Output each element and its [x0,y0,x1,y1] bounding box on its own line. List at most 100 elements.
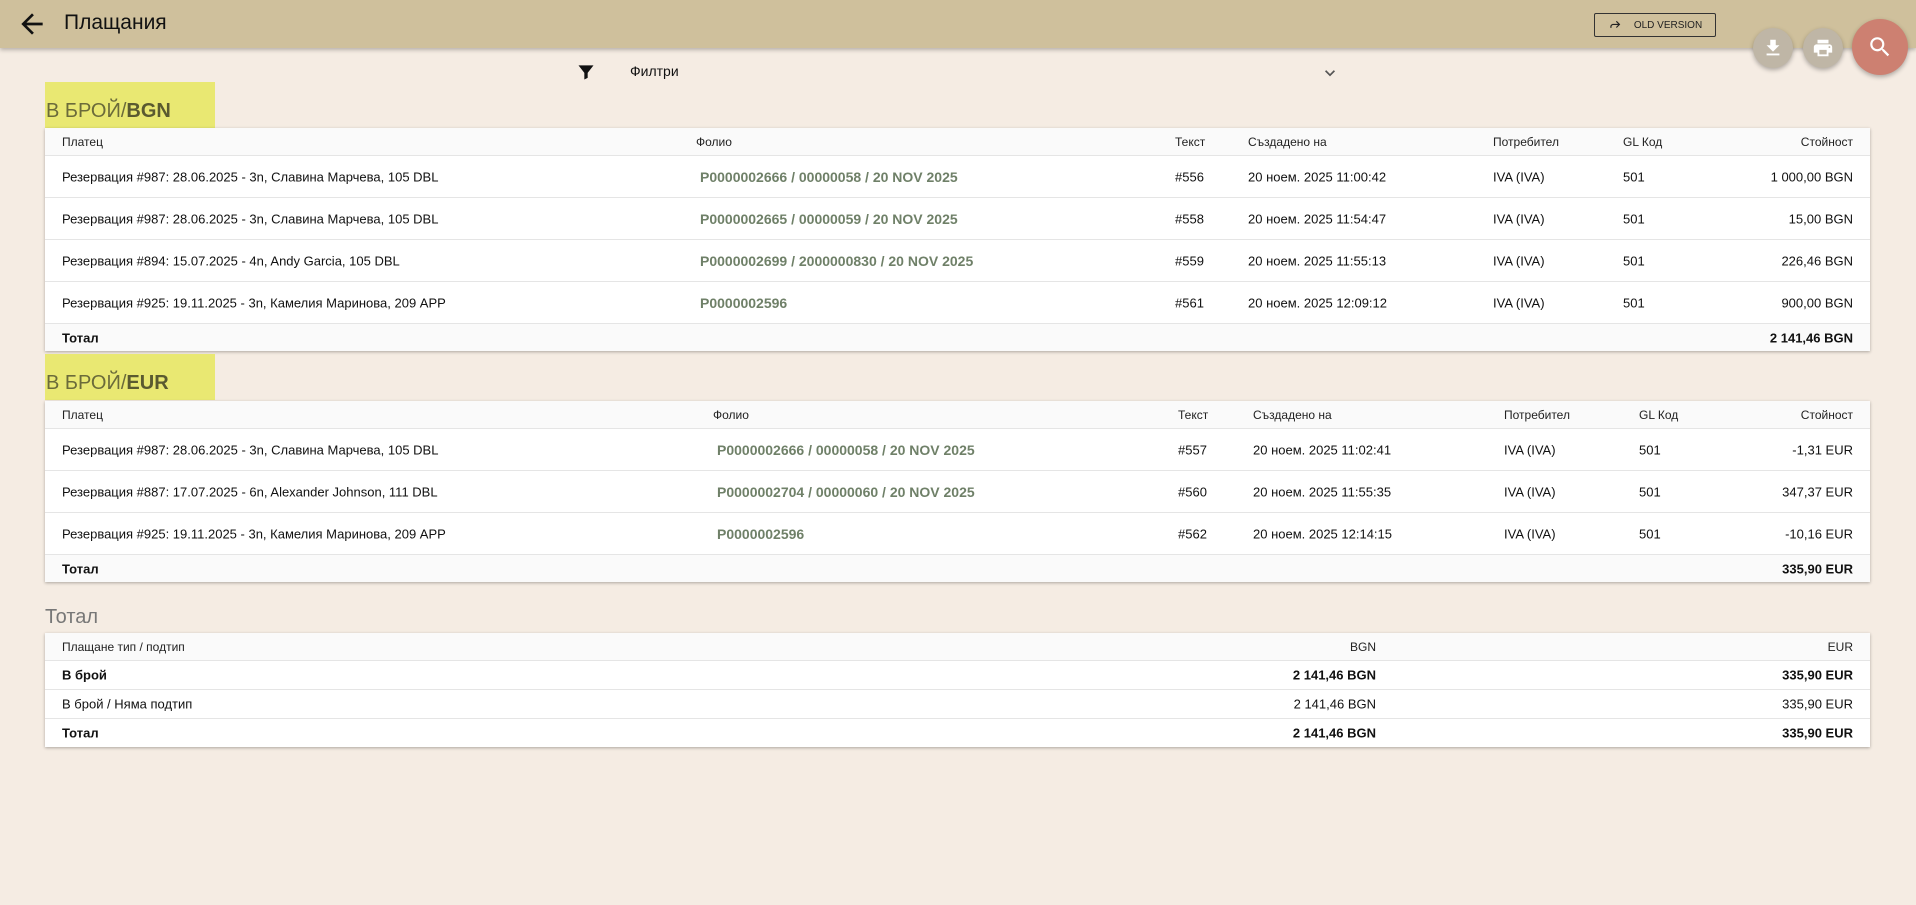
created-cell: 20 ноем. 2025 11:55:13 [1248,253,1387,268]
col-gl: GL Код [1639,407,1679,422]
filter-icon [578,65,594,80]
print-button[interactable] [1803,28,1843,68]
gl-cell: 501 [1623,253,1645,268]
col-payer: Платец [62,134,103,149]
type-cell: В брой [62,667,107,683]
filters-expander[interactable]: Филтри [576,60,1340,84]
user-cell: IVA (IVA) [1493,295,1545,310]
folio-link[interactable]: P0000002666 / 00000058 / 20 NOV 2025 [700,169,958,185]
bgn-cell: 2 141,46 BGN [1292,667,1376,683]
payer-cell: Резервация #925: 19.11.2025 - 3n, Камели… [62,295,446,310]
table-total-row: Тотал 2 141,46 BGN [45,323,1870,351]
bgn-cell: 2 141,46 BGN [1293,696,1376,712]
col-payment-type: Плащане тип / подтип [62,639,185,654]
created-cell: 20 ноем. 2025 11:00:42 [1248,169,1387,184]
value-cell: 347,37 EUR [1782,484,1853,499]
back-button[interactable] [16,8,48,40]
created-cell: 20 ноем. 2025 11:02:41 [1253,442,1392,457]
created-cell: 20 ноем. 2025 12:09:12 [1248,295,1388,310]
user-cell: IVA (IVA) [1493,253,1545,268]
table-header-row: Плащане тип / подтип BGN EUR [45,633,1870,660]
table-row: В брой / Няма подтип 2 141,46 BGN 335,90… [45,689,1870,718]
created-cell: 20 ноем. 2025 11:54:47 [1248,211,1387,226]
grand-total-table: Плащане тип / подтип BGN EUR В брой 2 14… [45,633,1870,747]
type-cell: В брой / Няма подтип [62,696,193,712]
gl-cell: 501 [1639,442,1661,457]
col-value: Стойност [1800,407,1853,422]
folio-link[interactable]: P0000002666 / 00000058 / 20 NOV 2025 [717,442,975,458]
text-cell: #560 [1178,484,1207,499]
col-gl: GL Код [1623,134,1663,149]
gl-cell: 501 [1639,484,1661,499]
section-title-cash-bgn: В БРОЙ/BGN [45,82,215,128]
redo-arrow-icon [1610,20,1621,28]
top-app-bar: Плащания OLD VERSION [0,0,1916,48]
text-cell: #559 [1175,253,1204,268]
folio-link[interactable]: P0000002665 / 00000059 / 20 NOV 2025 [700,211,958,227]
gl-cell: 501 [1623,295,1645,310]
old-version-button[interactable]: OLD VERSION [1594,13,1716,37]
col-folio: Фолио [713,407,749,422]
bgn-cell: 2 141,46 BGN [1292,725,1376,741]
grand-total-title: Тотал [45,606,99,628]
eur-cell: 335,90 EUR [1782,696,1853,712]
col-created: Създадено на [1248,134,1327,149]
text-cell: #557 [1178,442,1207,457]
search-button[interactable] [1852,19,1908,75]
payer-cell: Резервация #887: 17.07.2025 - 6n, Alexan… [62,484,438,499]
folio-link[interactable]: P0000002596 [700,295,787,311]
col-user: Потребител [1493,134,1559,149]
table-row: Резервация #925: 19.11.2025 - 3n, Камели… [45,512,1870,554]
created-cell: 20 ноем. 2025 12:14:15 [1253,526,1393,541]
table-header-row: Платец Фолио Текст Създадено на Потребит… [45,401,1870,428]
download-button[interactable] [1753,28,1793,68]
value-cell: 1 000,00 BGN [1770,169,1853,184]
chevron-down-icon [1325,70,1335,77]
section-title-prefix: В БРОЙ/ [46,100,127,122]
value-cell: 15,00 BGN [1788,211,1853,226]
created-cell: 20 ноем. 2025 11:55:35 [1253,484,1392,499]
section-title-currency: BGN [126,100,171,122]
table-row: Резервация #987: 28.06.2025 - 3n, Славин… [45,155,1870,197]
payer-cell: Резервация #987: 28.06.2025 - 3n, Славин… [62,442,439,457]
arrow-left-icon [21,13,43,35]
text-cell: #558 [1175,211,1204,226]
gl-cell: 501 [1623,169,1645,184]
printer-icon [1813,39,1833,57]
table-total-row: Тотал 2 141,46 BGN 335,90 EUR [45,718,1870,747]
value-cell: -1,31 EUR [1792,442,1853,457]
payments-table-eur: Платец Фолио Текст Създадено на Потребит… [45,401,1870,582]
folio-link[interactable]: P0000002699 / 2000000830 / 20 NOV 2025 [700,253,973,269]
col-folio: Фолио [696,134,732,149]
col-text: Текст [1175,134,1206,149]
folio-link[interactable]: P0000002704 / 00000060 / 20 NOV 2025 [717,484,975,500]
table-row: Резервация #987: 28.06.2025 - 3n, Славин… [45,428,1870,470]
section-title-cash-eur: В БРОЙ/EUR [45,354,215,400]
table-row: В брой 2 141,46 BGN 335,90 EUR [45,660,1870,689]
eur-cell: 335,90 EUR [1782,667,1853,683]
download-icon [1766,39,1780,56]
total-label: Тотал [62,561,99,576]
payer-cell: Резервация #894: 15.07.2025 - 4n, Andy G… [62,253,400,268]
col-value: Стойност [1800,134,1853,149]
folio-link[interactable]: P0000002596 [717,526,804,542]
total-value: 335,90 EUR [1782,561,1853,576]
col-created: Създадено на [1253,407,1332,422]
gl-cell: 501 [1623,211,1645,226]
user-cell: IVA (IVA) [1493,169,1545,184]
user-cell: IVA (IVA) [1504,442,1556,457]
payer-cell: Резервация #925: 19.11.2025 - 3n, Камели… [62,526,446,541]
value-cell: 900,00 BGN [1781,295,1853,310]
table-row: Резервация #987: 28.06.2025 - 3n, Славин… [45,197,1870,239]
text-cell: #561 [1175,295,1204,310]
text-cell: #562 [1178,526,1207,541]
col-payer: Платец [62,407,103,422]
filters-label: Филтри [630,63,679,79]
gl-cell: 501 [1639,526,1661,541]
text-cell: #556 [1175,169,1204,184]
page-title: Плащания [64,11,167,34]
section-title-prefix: В БРОЙ/ [46,372,127,394]
old-version-label: OLD VERSION [1633,19,1703,31]
col-bgn: BGN [1349,639,1376,654]
col-text: Текст [1178,407,1209,422]
